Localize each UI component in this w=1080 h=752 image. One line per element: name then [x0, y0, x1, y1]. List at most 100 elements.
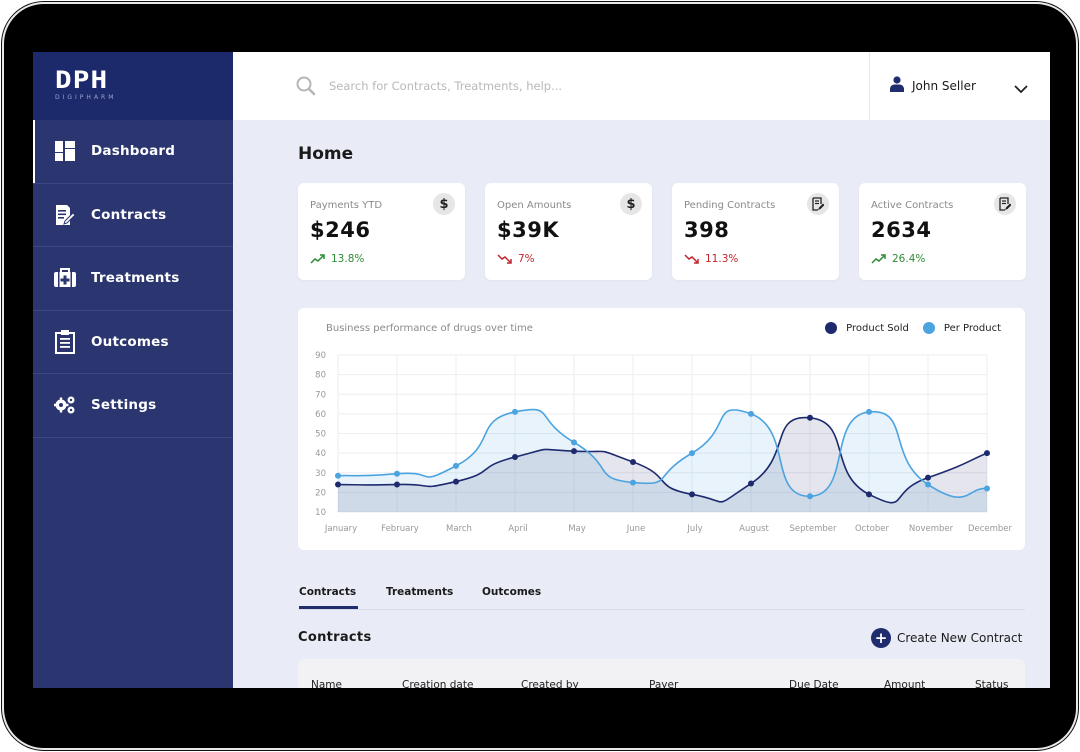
y-tick-label: 90 — [315, 351, 326, 361]
column-header-payer[interactable]: Payer — [649, 679, 678, 688]
data-point — [335, 481, 341, 488]
kpi-card-payments-ytd[interactable]: Payments YTD $ $246 13.8% — [298, 183, 465, 280]
create-new-contract-label: Create New Contract — [897, 631, 1023, 645]
column-header-status[interactable]: Status — [975, 679, 1008, 688]
column-header-created-by[interactable]: Created by — [521, 679, 579, 688]
data-point — [394, 470, 400, 477]
data-point — [866, 408, 872, 415]
column-header-amount[interactable]: Amount — [884, 679, 925, 688]
app-screen: DPH DIGIPHARM Dashboard Contracts Treatm… — [33, 52, 1050, 688]
data-point — [984, 485, 990, 492]
top-bar: John Seller — [233, 52, 1050, 120]
dollar-icon: $ — [433, 193, 455, 215]
user-name: John Seller — [912, 79, 976, 93]
data-point — [925, 481, 931, 488]
data-point — [571, 439, 577, 446]
data-point — [335, 472, 341, 479]
section-tabs: Contracts Treatments Outcomes — [298, 578, 1025, 610]
series-areas — [338, 409, 987, 512]
data-point — [925, 474, 931, 481]
kpi-delta-value: 11.3% — [705, 253, 739, 265]
kpi-value: $39K — [497, 218, 560, 242]
x-tick-label: April — [508, 524, 527, 534]
y-axis-ticks: 10 20 30 40 50 60 70 80 90 — [315, 351, 326, 518]
search-icon[interactable] — [296, 76, 316, 100]
kpi-delta-value: 7% — [518, 253, 535, 265]
plus-icon: + — [871, 628, 891, 648]
data-point — [630, 479, 636, 486]
kpi-label: Pending Contracts — [684, 200, 776, 211]
trend-down-icon — [497, 254, 512, 264]
trend-up-icon — [871, 254, 886, 264]
sidebar-item-label: Treatments — [91, 270, 180, 287]
tab-treatments[interactable]: Treatments — [386, 586, 453, 598]
data-point — [866, 491, 872, 498]
chevron-down-icon[interactable] — [1014, 79, 1028, 98]
kpi-card-open-amounts[interactable]: Open Amounts $ $39K 7% — [485, 183, 652, 280]
brand-logo[interactable]: DPH DIGIPHARM — [33, 52, 233, 120]
x-tick-label: January — [324, 524, 357, 534]
x-tick-label: December — [968, 524, 1013, 534]
kpi-delta: 26.4% — [871, 253, 925, 265]
tab-contracts[interactable]: Contracts — [299, 586, 359, 609]
kpi-delta-value: 13.8% — [331, 253, 365, 265]
x-tick-label: October — [855, 524, 890, 534]
x-tick-label: August — [739, 524, 769, 534]
x-tick-label: March — [446, 524, 472, 534]
data-point — [453, 478, 459, 485]
column-header-due-date[interactable]: Due Date — [789, 679, 839, 688]
kpi-value: $246 — [310, 218, 371, 242]
data-point — [512, 454, 518, 461]
kpi-label: Payments YTD — [310, 200, 383, 211]
sidebar-item-label: Dashboard — [91, 143, 176, 160]
x-tick-label: September — [790, 524, 837, 534]
data-point — [748, 480, 754, 487]
column-header-creation-date[interactable]: Creation date — [402, 679, 473, 688]
sidebar-item-label: Settings — [91, 397, 157, 414]
data-point — [630, 458, 636, 465]
y-tick-label: 70 — [315, 390, 326, 400]
search-input[interactable] — [329, 74, 809, 98]
y-tick-label: 60 — [315, 410, 326, 420]
data-point — [807, 414, 813, 421]
kpi-delta: 11.3% — [684, 253, 738, 265]
user-icon — [890, 76, 904, 96]
contracts-section-title: Contracts — [298, 630, 372, 645]
data-point — [807, 493, 813, 500]
sidebar-item-outcomes[interactable]: Outcomes — [33, 311, 233, 374]
sidebar-item-contracts[interactable]: Contracts — [33, 184, 233, 247]
trend-up-icon — [310, 254, 325, 264]
kpi-delta-value: 26.4% — [892, 253, 926, 265]
data-point — [689, 491, 695, 498]
tab-outcomes[interactable]: Outcomes — [482, 586, 541, 598]
user-menu[interactable]: John Seller — [869, 52, 1050, 120]
contract-edit-icon — [54, 204, 76, 226]
x-tick-label: June — [626, 524, 646, 534]
kpi-label: Open Amounts — [497, 200, 572, 211]
x-tick-label: May — [568, 524, 586, 534]
data-point — [748, 410, 754, 417]
data-point — [689, 450, 695, 457]
main-content: Home Payments YTD $ $246 13.8% Open Amou… — [233, 120, 1050, 688]
performance-chart-card: Business performance of drugs over time … — [298, 308, 1025, 550]
document-edit-icon — [807, 193, 829, 215]
logo-subtext: DIGIPHARM — [55, 94, 117, 101]
kpi-delta: 13.8% — [310, 253, 364, 265]
sidebar-item-settings[interactable]: Settings — [33, 374, 233, 438]
document-edit-icon — [994, 193, 1016, 215]
contracts-table: Name Creation date Created by Payer Due … — [298, 659, 1025, 688]
x-axis-ticks: January February March April May June July Augu… — [324, 524, 1013, 534]
sidebar-item-dashboard[interactable]: Dashboard — [33, 120, 233, 184]
kpi-card-pending-contracts[interactable]: Pending Contracts 398 11.3% — [672, 183, 839, 280]
column-header-name[interactable]: Name — [311, 679, 342, 688]
create-new-contract-button[interactable]: + Create New Contract — [871, 628, 1022, 648]
y-tick-label: 50 — [315, 430, 326, 440]
trend-down-icon — [684, 254, 699, 264]
medical-kit-icon — [54, 267, 76, 289]
dashboard-grid-icon — [54, 140, 76, 162]
sidebar-item-treatments[interactable]: Treatments — [33, 247, 233, 311]
kpi-card-active-contracts[interactable]: Active Contracts 2634 26.4% — [859, 183, 1026, 280]
x-tick-label: July — [686, 524, 702, 534]
kpi-value: 2634 — [871, 218, 932, 242]
y-tick-label: 80 — [315, 371, 326, 381]
